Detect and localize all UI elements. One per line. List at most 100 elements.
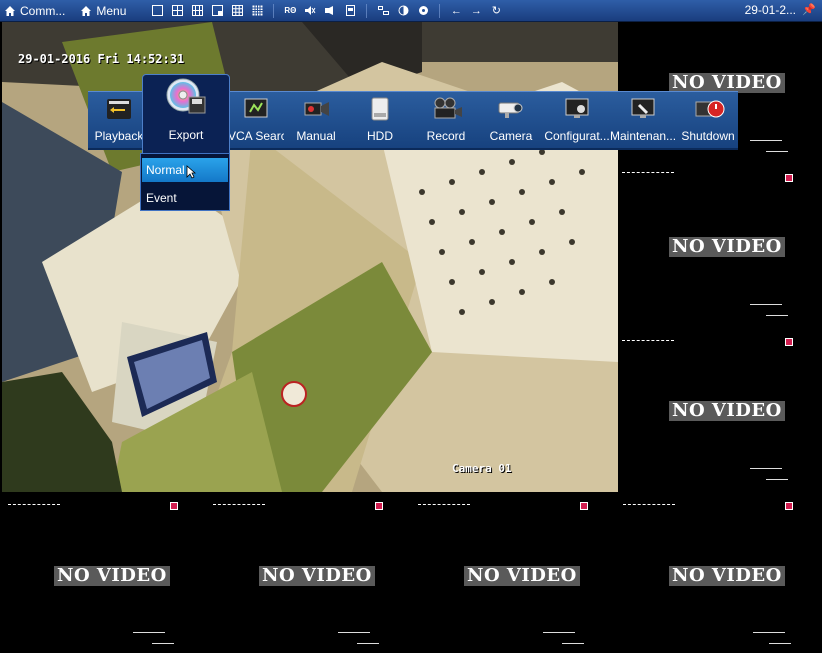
export-icon [163, 77, 207, 117]
submenu-label-event: Event [146, 191, 177, 205]
screen-button[interactable] [340, 0, 360, 21]
alarm-icon [323, 4, 337, 18]
channel-tag [622, 172, 674, 173]
no-video-label: NO VIDEO [669, 237, 785, 257]
channel-tile-3[interactable]: NO VIDEO [622, 186, 822, 346]
channel-tile-7[interactable]: NO VIDEO [412, 494, 614, 653]
menu-item-hdd[interactable]: HDD [348, 92, 412, 148]
alarm-button[interactable] [320, 0, 340, 21]
sixteen-view-icon [250, 4, 264, 18]
layout-8-button[interactable] [207, 0, 227, 21]
pin-icon[interactable]: 📌 [802, 3, 816, 16]
status-line [753, 632, 785, 633]
status-line [766, 479, 788, 480]
quad-view-icon [170, 4, 184, 18]
no-video-label: NO VIDEO [464, 566, 580, 586]
record-status-icon [785, 174, 793, 182]
menu-item-export[interactable]: Export [142, 74, 230, 154]
rec-icon: RΘ [284, 6, 297, 15]
forward-button[interactable]: → [466, 0, 486, 21]
status-line [562, 643, 584, 644]
image-settings-button[interactable] [393, 0, 413, 21]
refresh-button[interactable]: ↻ [486, 0, 506, 21]
ptz-button[interactable] [413, 0, 433, 21]
eight-view-icon [210, 4, 224, 18]
channel-tile-5[interactable]: NO VIDEO [2, 494, 204, 653]
menu-label-vca-search: VCA Search [228, 129, 284, 143]
layout-6-button[interactable] [187, 0, 207, 21]
sequence-button[interactable] [373, 0, 393, 21]
record-icon [432, 97, 462, 121]
channel-tag [622, 340, 674, 341]
record-status-icon [170, 502, 178, 510]
mute-icon [303, 4, 317, 18]
menu-item-playback[interactable]: Playback [88, 92, 150, 148]
status-line [769, 643, 791, 644]
osd-datetime: 29-01-2016 Fri 14:52:31 [18, 52, 185, 66]
screen-icon [343, 4, 357, 18]
no-video-label: NO VIDEO [54, 566, 170, 586]
manual-record-icon [302, 97, 330, 121]
layout-1-button[interactable] [147, 0, 167, 21]
menu-label-playback: Playback [94, 129, 144, 143]
status-line [766, 315, 788, 316]
menu-item-camera[interactable]: Camera [480, 92, 542, 148]
common-button[interactable]: Comm... [0, 0, 68, 21]
channel-tile-6[interactable]: NO VIDEO [207, 494, 409, 653]
no-video-label: NO VIDEO [669, 566, 785, 586]
menu-label-camera: Camera [489, 129, 533, 143]
maintenance-icon [629, 97, 657, 121]
ptz-icon [416, 4, 430, 18]
contrast-icon [396, 4, 410, 18]
mouse-cursor-icon [186, 163, 197, 187]
toolbar-divider [439, 3, 441, 18]
toolbar-divider [273, 3, 275, 18]
record-all-button[interactable]: RΘ [280, 0, 300, 21]
record-status-icon [580, 502, 588, 510]
sequence-icon [376, 4, 390, 18]
status-line [338, 632, 370, 633]
menu-item-manual[interactable]: Manual [284, 92, 348, 148]
menu-item-vca-search[interactable]: VCA Search [228, 92, 284, 148]
top-toolbar: Comm... Menu RΘ ← → ↻ 29-01-2... 📌 [0, 0, 822, 22]
channel-tag [418, 504, 470, 505]
menu-label-hdd: HDD [367, 129, 393, 143]
status-line [152, 643, 174, 644]
layout-16-button[interactable] [247, 0, 267, 21]
channel-tile-4[interactable]: NO VIDEO [622, 350, 822, 510]
shutdown-icon [694, 97, 725, 121]
channel-tile-8[interactable]: NO VIDEO [617, 494, 822, 653]
layout-4-button[interactable] [167, 0, 187, 21]
no-video-label: NO VIDEO [669, 73, 785, 93]
mute-button[interactable] [300, 0, 320, 21]
submenu-item-event[interactable]: Event [142, 186, 228, 210]
layout-9-button[interactable] [227, 0, 247, 21]
status-line [543, 632, 575, 633]
playback-icon [105, 97, 133, 121]
menu-item-configuration[interactable]: Configurat... [544, 92, 610, 148]
status-line [766, 151, 788, 152]
six-view-icon [190, 4, 204, 18]
status-line [357, 643, 379, 644]
menu-label-manual: Manual [296, 129, 336, 143]
submenu-item-normal[interactable]: Normal [142, 158, 228, 182]
hdd-icon [366, 97, 394, 121]
channel-tag [8, 504, 60, 505]
arrow-right-icon: → [470, 4, 482, 17]
submenu-label-normal: Normal [146, 163, 185, 177]
menu-label-export: Export [168, 128, 204, 142]
home-icon [3, 4, 17, 18]
record-status-icon [375, 502, 383, 510]
back-button[interactable]: ← [446, 0, 466, 21]
menu-label-configuration: Configurat... [544, 129, 610, 143]
common-label: Comm... [20, 3, 66, 18]
menu-item-record[interactable]: Record [412, 92, 480, 148]
menu-item-maintenance[interactable]: Maintenan... [610, 92, 676, 148]
menu-button[interactable]: Menu [76, 0, 129, 21]
status-line [133, 632, 165, 633]
menu-label-shutdown: Shutdown [681, 129, 735, 143]
channel-tag [213, 504, 265, 505]
menu-item-shutdown[interactable]: Shutdown [678, 92, 738, 148]
status-line [750, 304, 782, 305]
camera-icon [497, 97, 525, 121]
